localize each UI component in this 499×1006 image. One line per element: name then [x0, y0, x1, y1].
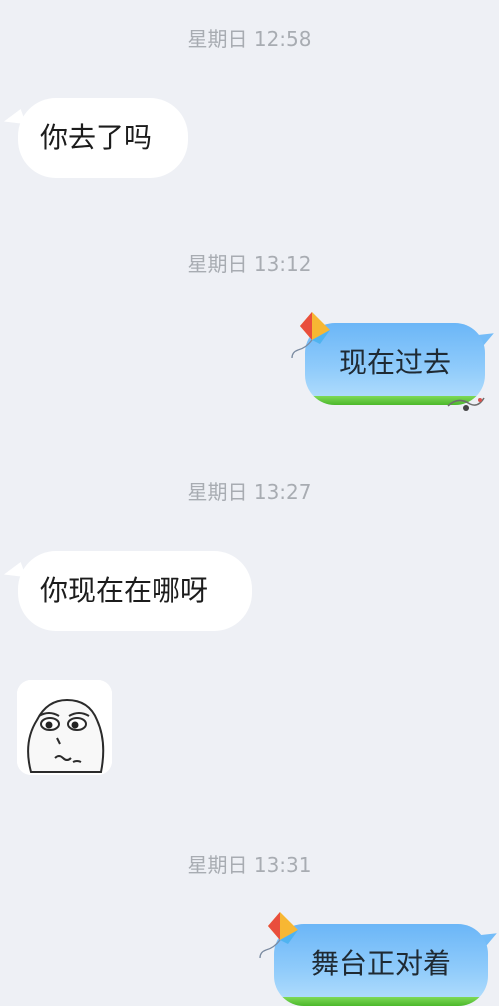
incoming-message-bubble[interactable]: 你现在在哪呀	[18, 551, 252, 631]
timestamp: 星期日 13:12	[187, 252, 312, 276]
kite-icon	[291, 312, 330, 359]
kite-string-decoration-icon	[447, 397, 485, 411]
timestamp: 星期日 13:27	[187, 480, 312, 504]
timestamp: 星期日 12:58	[187, 27, 312, 51]
kite-icon	[259, 912, 298, 959]
grass-decoration	[274, 997, 488, 1006]
timestamp: 星期日 13:31	[187, 853, 312, 877]
incoming-message-bubble[interactable]: 你去了吗	[18, 98, 188, 178]
outgoing-message-text: 现在过去	[338, 346, 451, 379]
outgoing-message-text: 舞台正对着	[310, 947, 451, 980]
chat-screen: { "messages": { "ts1": "星期日 12:58", "msg…	[0, 0, 499, 1006]
sticker-message[interactable]	[17, 680, 112, 775]
meme-face-sticker-icon	[17, 680, 112, 775]
outgoing-message-bubble[interactable]: 舞台正对着	[274, 924, 488, 1006]
